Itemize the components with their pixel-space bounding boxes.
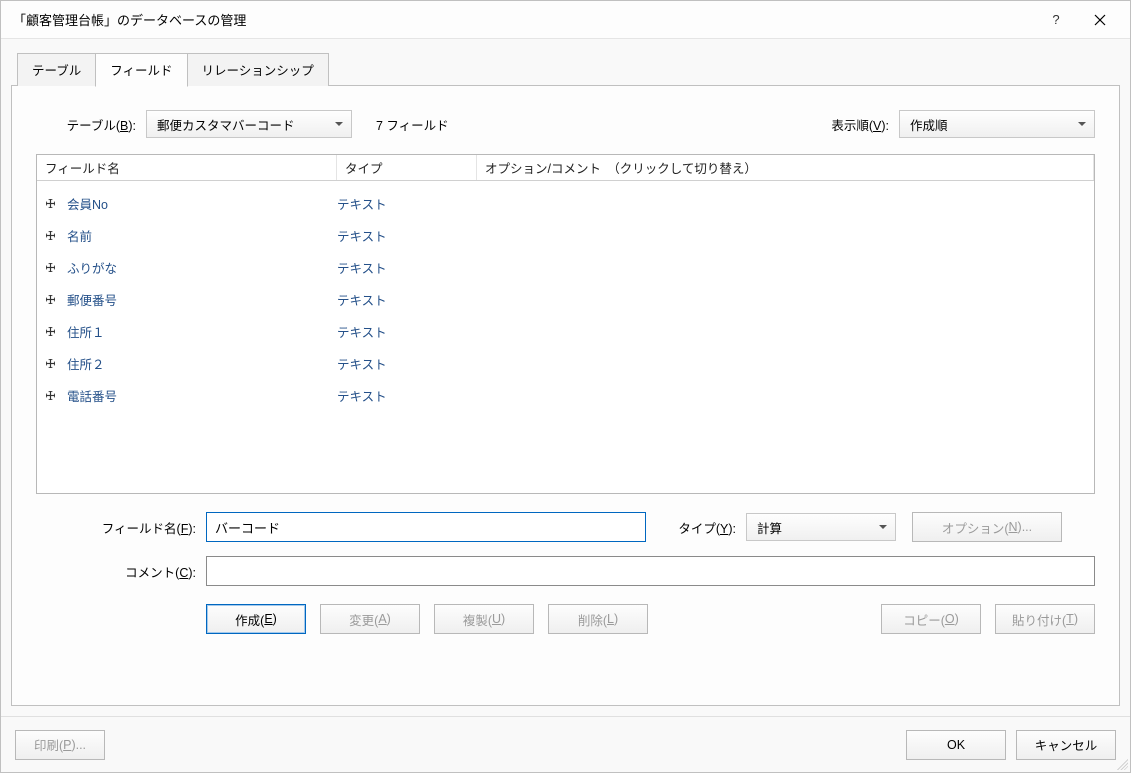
- table-label: テーブル(B):: [36, 115, 146, 134]
- print-button[interactable]: 印刷(P)...: [15, 730, 105, 760]
- column-header-options[interactable]: オプション/コメント （クリックして切り替え）: [477, 155, 1094, 180]
- field-type-cell: テキスト: [337, 258, 477, 277]
- drag-handle-icon[interactable]: [37, 199, 63, 208]
- top-controls-row: テーブル(B): 郵便カスタマバーコード 7 フィールド 表示順(V): 作成順: [36, 110, 1095, 138]
- field-name-cell: 会員No: [63, 194, 337, 213]
- column-header-name[interactable]: フィールド名: [37, 155, 337, 180]
- type-label: タイプ(Y):: [646, 518, 746, 537]
- create-button[interactable]: 作成(E): [206, 604, 306, 634]
- table-select[interactable]: 郵便カスタマバーコード: [146, 110, 352, 138]
- comment-label: コメント(C):: [36, 562, 206, 581]
- window-title: 「顧客管理台帳」のデータベースの管理: [13, 10, 1034, 29]
- cancel-button[interactable]: キャンセル: [1016, 730, 1116, 760]
- listview-body: 会員Noテキスト名前テキストふりがなテキスト郵便番号テキスト住所１テキスト住所２…: [37, 181, 1094, 493]
- tab-tables[interactable]: テーブル: [17, 53, 96, 86]
- help-button[interactable]: ?: [1034, 5, 1078, 35]
- fieldname-label: フィールド名(F):: [36, 518, 206, 537]
- drag-handle-icon[interactable]: [37, 231, 63, 240]
- type-select-value: 計算: [757, 518, 782, 537]
- table-row[interactable]: 会員Noテキスト: [37, 187, 1094, 219]
- field-name-cell: 電話番号: [63, 386, 337, 405]
- drag-handle-icon[interactable]: [37, 263, 63, 272]
- duplicate-button[interactable]: 複製(U): [434, 604, 534, 634]
- drag-handle-icon[interactable]: [37, 359, 63, 368]
- order-label: 表示順(V):: [831, 115, 899, 134]
- field-count-label: 7 フィールド: [376, 115, 449, 134]
- table-row[interactable]: ふりがなテキスト: [37, 251, 1094, 283]
- column-header-type[interactable]: タイプ: [337, 155, 477, 180]
- fieldname-input[interactable]: [206, 512, 646, 542]
- tabstrip: テーブル フィールド リレーションシップ: [17, 53, 1120, 86]
- close-icon: [1094, 14, 1106, 26]
- field-type-cell: テキスト: [337, 322, 477, 341]
- field-type-cell: テキスト: [337, 226, 477, 245]
- field-name-cell: 郵便番号: [63, 290, 337, 309]
- field-name-cell: 住所２: [63, 354, 337, 373]
- resize-grip[interactable]: [1114, 756, 1128, 770]
- field-name-cell: 住所１: [63, 322, 337, 341]
- tab-relationships[interactable]: リレーションシップ: [187, 53, 329, 86]
- table-row[interactable]: 住所１テキスト: [37, 315, 1094, 347]
- order-select-value: 作成順: [910, 115, 948, 134]
- options-button[interactable]: オプション(N)...: [912, 512, 1062, 542]
- delete-button[interactable]: 削除(L): [548, 604, 648, 634]
- order-select[interactable]: 作成順: [899, 110, 1095, 138]
- field-type-cell: テキスト: [337, 194, 477, 213]
- change-button[interactable]: 変更(A): [320, 604, 420, 634]
- table-row[interactable]: 住所２テキスト: [37, 347, 1094, 379]
- drag-handle-icon[interactable]: [37, 327, 63, 336]
- fields-listview[interactable]: フィールド名 タイプ オプション/コメント （クリックして切り替え） 会員Noテ…: [36, 154, 1095, 494]
- field-type-cell: テキスト: [337, 354, 477, 373]
- fields-pane: テーブル(B): 郵便カスタマバーコード 7 フィールド 表示順(V): 作成順…: [11, 85, 1120, 706]
- listview-header: フィールド名 タイプ オプション/コメント （クリックして切り替え）: [37, 155, 1094, 181]
- tab-fields[interactable]: フィールド: [95, 53, 187, 87]
- type-select[interactable]: 計算: [746, 513, 896, 541]
- ok-button[interactable]: OK: [906, 730, 1006, 760]
- drag-handle-icon[interactable]: [37, 295, 63, 304]
- table-row[interactable]: 電話番号テキスト: [37, 379, 1094, 411]
- table-row[interactable]: 郵便番号テキスト: [37, 283, 1094, 315]
- dialog-footer: 印刷(P)... OK キャンセル: [1, 716, 1130, 772]
- field-name-cell: 名前: [63, 226, 337, 245]
- field-name-cell: ふりがな: [63, 258, 337, 277]
- field-type-cell: テキスト: [337, 386, 477, 405]
- titlebar: 「顧客管理台帳」のデータベースの管理 ?: [1, 1, 1130, 39]
- paste-button[interactable]: 貼り付け(T): [995, 604, 1095, 634]
- table-row[interactable]: 名前テキスト: [37, 219, 1094, 251]
- comment-input[interactable]: [206, 556, 1095, 586]
- copy-button[interactable]: コピー(O): [881, 604, 981, 634]
- field-type-cell: テキスト: [337, 290, 477, 309]
- close-button[interactable]: [1078, 5, 1122, 35]
- manage-database-dialog: 「顧客管理台帳」のデータベースの管理 ? テーブル フィールド リレーションシッ…: [0, 0, 1131, 773]
- table-select-value: 郵便カスタマバーコード: [157, 115, 295, 134]
- drag-handle-icon[interactable]: [37, 391, 63, 400]
